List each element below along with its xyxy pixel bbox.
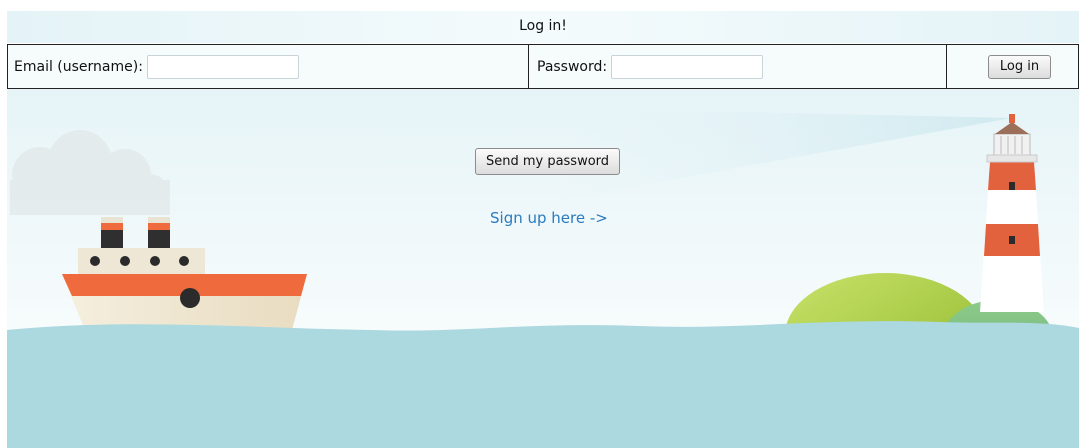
page-title: Log in! bbox=[519, 18, 567, 34]
email-cell: Email (username): bbox=[8, 45, 529, 88]
password-cell: Password: bbox=[529, 45, 947, 88]
email-label: Email (username): bbox=[14, 58, 143, 75]
login-title-bar: Log in! bbox=[7, 11, 1079, 43]
email-field[interactable] bbox=[146, 54, 299, 79]
sea bbox=[7, 321, 1079, 448]
send-password-button[interactable]: Send my password bbox=[475, 148, 620, 175]
login-button[interactable]: Log in bbox=[988, 54, 1051, 79]
submit-cell: Log in bbox=[947, 45, 1078, 88]
password-field[interactable] bbox=[611, 54, 764, 79]
password-label: Password: bbox=[537, 58, 608, 75]
signup-link[interactable]: Sign up here -> bbox=[490, 209, 608, 227]
login-form: Email (username): Password: Log in bbox=[7, 44, 1079, 89]
